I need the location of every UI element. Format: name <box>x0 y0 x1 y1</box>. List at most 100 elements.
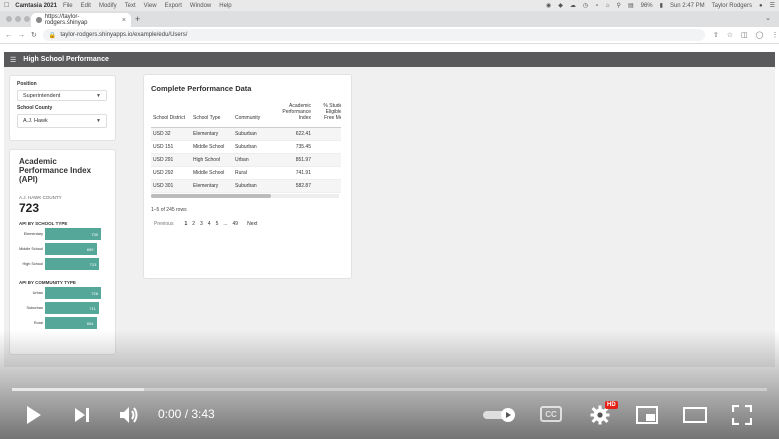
table-cell: 735.45 <box>273 140 313 154</box>
browser-tab[interactable]: https://taylor-rodgers.shinyap × <box>31 13 131 27</box>
table-cell: Elementary <box>191 179 233 193</box>
bar-label: Rural <box>33 321 43 325</box>
table-row: USD 151 Middle School Suburban 735.45 4 <box>151 140 341 154</box>
bar-label: Urban <box>32 291 43 295</box>
clock-icon[interactable]: ◷ <box>583 2 588 9</box>
menu-text[interactable]: Text <box>125 3 136 9</box>
theater-mode-button[interactable] <box>682 405 708 425</box>
page-button[interactable]: 2 <box>192 221 195 227</box>
menu-export[interactable]: Export <box>165 3 182 9</box>
siri-icon[interactable]: ● <box>759 3 763 9</box>
table-cell: Suburban <box>233 140 273 154</box>
share-icon[interactable]: ⇧ <box>713 31 719 39</box>
player-gradient <box>0 330 779 439</box>
bar-label: Elementary <box>23 232 43 236</box>
page-button[interactable]: 49 <box>233 221 239 227</box>
play-button[interactable] <box>24 404 44 426</box>
close-window-button[interactable] <box>6 16 12 22</box>
url-text: taylor-rodgers.shinyapps.io/example/edu/… <box>60 32 188 38</box>
table-cell: USD 301 <box>151 179 191 193</box>
back-arrow-icon[interactable]: ← <box>5 32 12 39</box>
horizontal-scrollbar[interactable] <box>151 194 339 198</box>
menu-help[interactable]: Help <box>219 3 231 9</box>
app-header: ☰ High School Performance <box>4 52 775 67</box>
next-button[interactable] <box>72 405 92 425</box>
control-center-icon[interactable]: ▤ <box>628 2 634 9</box>
menu-file[interactable]: File <box>63 3 73 9</box>
next-page-button[interactable]: Next <box>247 221 257 227</box>
apple-icon[interactable]:  <box>4 2 9 9</box>
api-card-title: Academic Performance Index (API) <box>19 157 92 184</box>
fullscreen-button[interactable] <box>731 404 753 426</box>
menu-modify[interactable]: Modify <box>99 3 117 9</box>
page-button[interactable]: 3 <box>200 221 203 227</box>
scrollbar-thumb[interactable] <box>151 194 271 198</box>
county-select[interactable]: A.J. Hawk ▼ <box>17 114 107 128</box>
captions-button[interactable]: CC <box>540 406 562 422</box>
dropbox-icon[interactable]: ◆ <box>558 2 563 9</box>
search-icon[interactable]: ⚲ <box>617 2 621 9</box>
page-button[interactable]: 5 <box>216 221 219 227</box>
volume-button[interactable] <box>118 404 140 426</box>
column-header[interactable]: School District <box>151 101 191 128</box>
sidebar-icon[interactable]: ◫ <box>741 31 748 39</box>
menu-clock[interactable]: Sun 2:47 PM <box>670 3 705 9</box>
maximize-window-button[interactable] <box>24 16 30 22</box>
table-cell: 4 <box>313 140 341 154</box>
battery-icon[interactable]: ▮ <box>660 2 663 9</box>
column-header[interactable]: Academic Performance Index <box>273 101 313 128</box>
menu-edit[interactable]: Edit <box>81 3 91 9</box>
table-cell: 8 <box>313 127 341 141</box>
table-scroll-area[interactable]: School District School Type Community Ac… <box>151 101 341 193</box>
record-icon[interactable]: ◉ <box>546 2 551 9</box>
table-cell: 741.91 <box>273 166 313 180</box>
bar-suburban: 711 <box>45 302 99 314</box>
autoplay-toggle[interactable] <box>483 408 517 422</box>
tab-search-chevron-icon[interactable]: ⌄ <box>765 14 771 22</box>
forward-arrow-icon[interactable]: → <box>18 32 25 39</box>
position-select[interactable]: Superintendent ▼ <box>17 90 107 101</box>
column-header[interactable]: School Type <box>191 101 233 128</box>
list-icon[interactable]: ☰ <box>770 2 775 9</box>
minimize-window-button[interactable] <box>15 16 21 22</box>
wifi-icon[interactable]: ⌂ <box>606 3 610 9</box>
page-button[interactable]: 1 <box>184 221 187 227</box>
table-cell: USD 32 <box>151 127 191 141</box>
chevron-down-icon: ▼ <box>96 92 101 99</box>
table-cell: Elementary <box>191 127 233 141</box>
new-tab-button[interactable]: + <box>135 14 140 24</box>
menu-status-area: ◉ ◆ ☁ ◷ ⋆ ⌂ ⚲ ▤ 96% ▮ Sun 2:47 PM Taylor… <box>546 2 775 10</box>
county-label: School County <box>17 105 53 111</box>
reload-icon[interactable]: ↻ <box>31 31 37 39</box>
column-header[interactable]: % Students Eligible for Free Meals <box>313 101 341 128</box>
table-cell: 1 <box>313 153 341 167</box>
url-field[interactable]: 🔒 taylor-rodgers.shinyapps.io/example/ed… <box>42 29 705 41</box>
hamburger-menu-icon[interactable]: ☰ <box>10 56 16 64</box>
lock-icon[interactable]: 🔒 <box>49 32 56 39</box>
table-cell: Middle School <box>191 166 233 180</box>
api-community-type-heading: API BY COMMUNITY TYPE <box>19 280 76 285</box>
progress-bar[interactable] <box>12 388 767 391</box>
bar-rural: 694 <box>45 317 97 329</box>
miniplayer-button[interactable] <box>635 405 659 425</box>
bluetooth-icon[interactable]: ⋆ <box>595 2 599 9</box>
hd-badge: HD <box>605 401 618 409</box>
previous-page-button[interactable]: Previous <box>154 221 173 227</box>
row-count-info: 1–5 of 245 rows <box>151 207 187 213</box>
menu-window[interactable]: Window <box>190 3 211 9</box>
page-button[interactable]: 4 <box>208 221 211 227</box>
bookmark-star-icon[interactable]: ☆ <box>727 31 733 39</box>
more-menu-icon[interactable]: ⋮ <box>772 31 779 39</box>
profile-icon[interactable]: ◯ <box>756 31 764 39</box>
bar-label: High School <box>22 262 43 266</box>
menu-app-name[interactable]: Camtasia 2021 <box>15 3 57 9</box>
api-value: 723 <box>19 201 40 215</box>
menu-view[interactable]: View <box>144 3 157 9</box>
menu-user[interactable]: Taylor Rodgers <box>712 3 752 9</box>
column-header[interactable]: Community <box>233 101 273 128</box>
app-title: High School Performance <box>23 56 109 63</box>
close-tab-icon[interactable]: × <box>122 17 126 24</box>
bar-value: 728 <box>91 290 98 296</box>
cloud-icon[interactable]: ☁ <box>570 2 576 9</box>
browser-tab-bar: https://taylor-rodgers.shinyap × + ⌄ <box>0 11 779 27</box>
